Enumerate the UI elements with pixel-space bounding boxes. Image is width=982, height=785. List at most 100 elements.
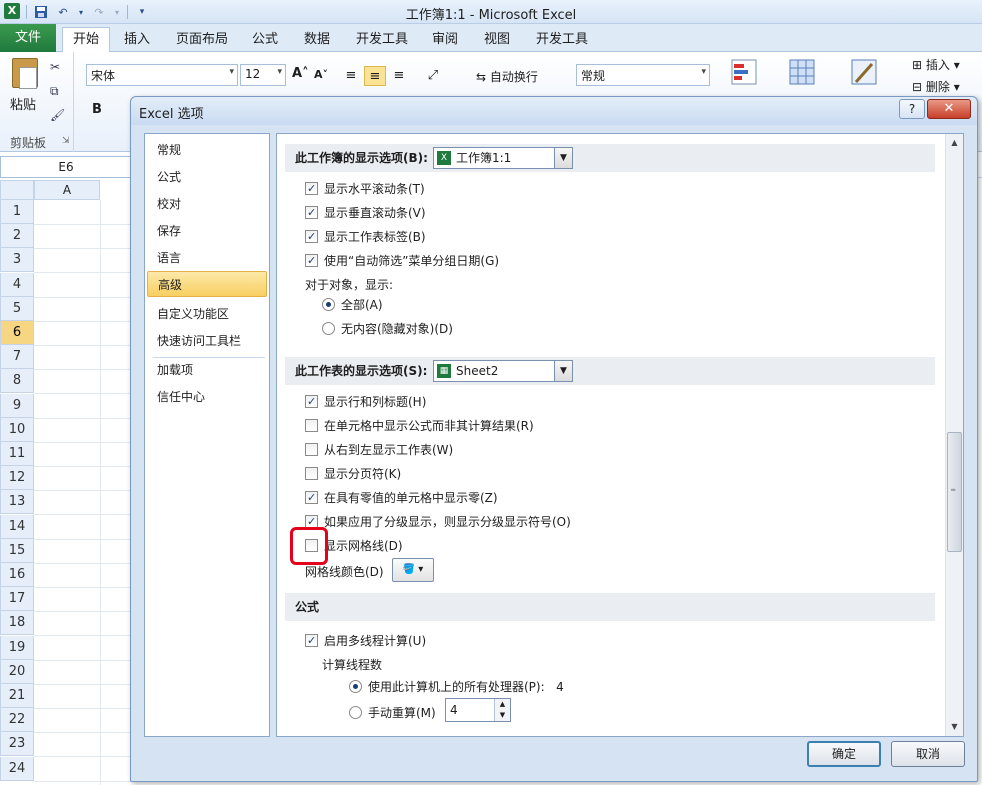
objects-nothing-radio[interactable]: 无内容(隐藏对象)(D) [322,320,453,338]
multithread-calc-checkbox[interactable]: 启用多线程计算(U) [305,632,426,650]
dialog-launcher-icon[interactable]: ⇲ [62,136,70,146]
show-page-breaks-checkbox[interactable]: 显示分页符(K) [305,465,401,483]
spin-up-icon[interactable]: ▲ [494,699,510,710]
help-icon[interactable]: ? [899,99,925,119]
workbook-combo[interactable]: X 工作簿1:1 ▼ [433,147,573,169]
tab-insert[interactable]: 插入 [114,29,160,52]
row-header[interactable]: 24 [0,756,34,781]
row-header[interactable]: 21 [0,684,34,708]
nav-item-add-ins[interactable]: 加载项 [147,357,267,383]
spin-down-icon[interactable]: ▼ [494,710,510,721]
tab-developer-2[interactable]: 开发工具 [526,29,598,52]
row-header[interactable]: 19 [0,635,34,660]
show-outline-symbols-checkbox[interactable]: 如果应用了分级显示，则显示分级显示符号(O) [305,513,571,531]
paste-icon[interactable] [12,58,38,89]
tab-developer[interactable]: 开发工具 [346,29,418,52]
wrap-text-button[interactable]: ⇆ 自动换行 [476,68,538,85]
scroll-down-icon[interactable]: ▼ [946,718,963,735]
row-header[interactable]: 10 [0,417,34,442]
row-header[interactable]: 18 [0,611,34,636]
manual-threads-radio[interactable]: 手动重算(M) [349,704,436,722]
row-header[interactable]: 2 [0,224,34,249]
nav-item-quick-access-toolbar[interactable]: 快速访问工具栏 [147,328,267,354]
tab-home[interactable]: 开始 [62,27,111,53]
font-size-combo[interactable]: 12 ▾ [240,64,286,86]
row-header[interactable]: 16 [0,563,34,587]
cell-styles-icon[interactable] [850,58,878,88]
nav-item-save[interactable]: 保存 [147,218,267,244]
column-header-a[interactable]: A [34,180,100,200]
align-top-icon[interactable]: ≡ [340,66,362,86]
nav-item-advanced[interactable]: 高级 [147,271,267,297]
tab-data[interactable]: 数据 [294,29,340,52]
options-scrollbar[interactable]: ▲ ═ ▼ [945,134,963,736]
align-bottom-icon[interactable]: ≡ [388,66,410,86]
ok-button[interactable]: 确定 [807,741,881,767]
cut-icon[interactable]: ✂ [50,60,60,74]
gridline-color-button[interactable]: 🪣 ▾ [392,558,434,582]
select-all-corner[interactable] [0,180,34,200]
use-all-processors-radio[interactable]: 使用此计算机上的所有处理器(P): 4 [349,678,564,696]
nav-item-language[interactable]: 语言 [147,245,267,271]
show-vertical-scrollbar-checkbox[interactable]: 显示垂直滚动条(V) [305,204,426,222]
show-zero-values-checkbox[interactable]: 在具有零值的单元格中显示零(Z) [305,489,498,507]
nav-item-trust-center[interactable]: 信任中心 [147,384,267,410]
row-header[interactable]: 1 [0,200,34,224]
tab-file[interactable]: 文件 [0,24,56,52]
nav-item-customize-ribbon[interactable]: 自定义功能区 [147,301,267,327]
align-middle-icon[interactable]: ≡ [364,66,386,86]
row-header[interactable]: 15 [0,538,34,563]
nav-item-proofing[interactable]: 校对 [147,191,267,217]
row-header[interactable]: 20 [0,659,34,684]
name-box[interactable]: E6 [0,156,132,178]
row-header[interactable]: 3 [0,248,34,273]
delete-cells-button[interactable]: ⊟ 删除 ▾ [912,78,960,95]
copy-icon[interactable]: ⧉ [50,84,59,99]
nav-item-formulas[interactable]: 公式 [147,164,267,190]
grid-line [34,538,132,540]
grow-font-button[interactable]: A˄ [292,66,309,81]
cancel-button[interactable]: 取消 [891,741,965,767]
number-format-combo[interactable]: 常规 ▾ [576,64,710,86]
show-horizontal-scrollbar-checkbox[interactable]: 显示水平滚动条(T) [305,180,425,198]
objects-all-radio[interactable]: 全部(A) [322,296,383,314]
manual-threads-stepper[interactable]: 4 ▲ ▼ [445,698,511,722]
insert-cells-button[interactable]: ⊞ 插入 ▾ [912,56,960,73]
font-name-combo[interactable]: 宋体 ▾ [86,64,238,86]
row-header[interactable]: 5 [0,296,34,321]
row-header[interactable]: 7 [0,345,34,370]
tab-review[interactable]: 审阅 [422,29,468,52]
close-icon[interactable]: ✕ [927,99,971,119]
scrollbar-thumb[interactable]: ═ [947,432,962,552]
tab-formulas[interactable]: 公式 [242,29,288,52]
row-header[interactable]: 14 [0,514,34,539]
dialog-titlebar[interactable]: Excel 选项 ? ✕ [131,97,977,125]
right-to-left-checkbox[interactable]: 从右到左显示工作表(W) [305,441,453,459]
row-header[interactable]: 4 [0,272,34,297]
row-header[interactable]: 22 [0,708,34,733]
row-header[interactable]: 11 [0,442,34,466]
row-header[interactable]: 6 [0,321,34,345]
format-as-table-icon[interactable] [788,58,816,88]
row-header[interactable]: 12 [0,466,34,491]
bold-button[interactable]: B [92,102,102,117]
nav-item-general[interactable]: 常规 [147,137,267,163]
row-header[interactable]: 13 [0,490,34,515]
tab-page-layout[interactable]: 页面布局 [166,29,238,52]
tab-view[interactable]: 视图 [474,29,520,52]
paste-button[interactable]: 粘贴 [10,94,36,113]
group-dates-autofilter-checkbox[interactable]: 使用“自动筛选”菜单分组日期(G) [305,252,499,270]
worksheet-combo[interactable]: ▦ Sheet2 ▼ [433,360,573,382]
orientation-icon[interactable]: ⤢ [422,66,444,86]
row-header[interactable]: 9 [0,393,34,418]
show-row-column-headers-checkbox[interactable]: 显示行和列标题(H) [305,393,426,411]
show-formulas-checkbox[interactable]: 在单元格中显示公式而非其计算结果(R) [305,417,534,435]
row-header[interactable]: 17 [0,587,34,612]
show-sheet-tabs-checkbox[interactable]: 显示工作表标签(B) [305,228,426,246]
row-header[interactable]: 8 [0,369,34,394]
scroll-up-icon[interactable]: ▲ [946,134,963,151]
format-painter-icon[interactable]: 🖌 [50,108,65,122]
conditional-format-icon[interactable] [730,58,758,88]
row-header[interactable]: 23 [0,732,34,757]
shrink-font-button[interactable]: A˅ [314,68,328,81]
